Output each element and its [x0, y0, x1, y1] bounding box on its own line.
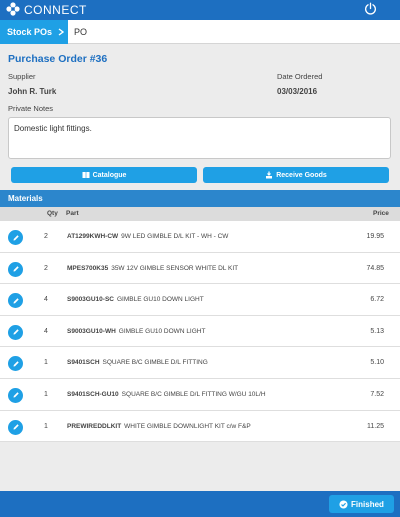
supplier-value: John R. Turk [8, 87, 57, 96]
check-circle-icon [339, 499, 348, 509]
row-qty: 2 [44, 233, 48, 240]
row-qty: 4 [44, 296, 48, 304]
row-qty: 4 [44, 327, 48, 335]
book-icon [82, 172, 90, 178]
edit-button[interactable] [8, 419, 23, 435]
pencil-icon [13, 297, 19, 304]
edit-button[interactable] [8, 324, 23, 340]
app-header: CONNECT [0, 0, 400, 20]
col-part: Part [66, 210, 79, 217]
table-row[interactable]: 1 S9401SCH SQUARE B/C GIMBLE D/L FITTING … [0, 347, 400, 379]
date-ordered-value: 03/03/2016 [277, 87, 318, 96]
row-price: 5.10 [370, 359, 384, 367]
private-notes-label: Private Notes [8, 104, 54, 113]
breadcrumb-stock-pos[interactable]: Stock POs [0, 20, 68, 44]
row-price: 11.25 [367, 422, 384, 430]
breadcrumb-current: PO [74, 27, 88, 37]
row-price: 19.95 [366, 233, 384, 240]
pencil-icon [13, 424, 19, 430]
private-notes-field[interactable]: Domestic light fittings. [8, 117, 391, 159]
row-part-code: S9003GU10-SC [67, 296, 114, 304]
row-part-desc: SQUARE B/C GIMBLE D/L FITTING W/GU 10L/H [121, 390, 266, 398]
table-row[interactable]: 1 S9401SCH-GU10 SQUARE B/C GIMBLE D/L FIT… [0, 378, 400, 411]
materials-table-header: Qty Part Price [0, 207, 400, 221]
row-qty: 2 [44, 264, 48, 272]
col-qty: Qty [47, 210, 58, 217]
pencil-icon [13, 361, 19, 367]
truck-icon [266, 171, 273, 179]
row-price: 7.52 [370, 390, 384, 398]
receive-goods-button-label: Receive Goods [276, 171, 327, 179]
finished-button[interactable]: Finished [329, 495, 394, 513]
row-part-code: S9401SCH-GU10 [67, 390, 119, 398]
catalogue-button[interactable]: Catalogue [11, 167, 197, 183]
row-qty: 1 [44, 390, 48, 398]
edit-button[interactable] [8, 387, 23, 403]
table-row[interactable]: 2 MPES700K35 35W 12V GIMBLE SENSOR WHITE … [0, 252, 400, 285]
edit-button[interactable] [8, 230, 23, 245]
row-part: AT1299KWH-CW 9W LED GIMBLE D/L KIT - WH -… [67, 233, 228, 240]
row-price: 5.13 [370, 327, 384, 335]
pencil-icon [13, 266, 19, 272]
row-part-desc: 9W LED GIMBLE D/L KIT - WH - CW [121, 233, 229, 240]
row-part: S9401SCH SQUARE B/C GIMBLE D/L FITTING [67, 359, 208, 366]
row-price: 74.85 [366, 264, 384, 272]
catalogue-button-label: Catalogue [92, 171, 127, 179]
row-part: MPES700K35 35W 12V GIMBLE SENSOR WHITE DL… [67, 265, 238, 272]
materials-table-body: 2 AT1299KWH-CW 9W LED GIMBLE D/L KIT - WH… [0, 221, 400, 443]
date-ordered-label: Date Ordered [277, 72, 323, 81]
table-row[interactable]: 1 PREWIREDDLKIT WHITE GIMBLE DOWNLIGHT KI… [0, 410, 400, 443]
chevron-right-icon [58, 28, 65, 36]
row-part-desc: GIMBLE GU10 DOWN LIGHT [116, 296, 204, 304]
breadcrumb: Stock POs PO [0, 20, 400, 44]
row-part-desc: SQUARE B/C GIMBLE D/L FITTING [102, 359, 208, 367]
edit-button[interactable] [8, 293, 23, 309]
supplier-label: Supplier [8, 72, 36, 81]
table-row[interactable]: 2 AT1299KWH-CW 9W LED GIMBLE D/L KIT - WH… [0, 221, 400, 253]
row-part-desc: 35W 12V GIMBLE SENSOR WHITE DL KIT [111, 264, 239, 272]
connect-logo-icon [6, 2, 20, 16]
edit-button[interactable] [8, 356, 23, 372]
row-price: 6.72 [370, 296, 384, 304]
pencil-icon [13, 329, 19, 335]
table-row[interactable]: 4 S9003GU10-SC GIMBLE GU10 DOWN LIGHT 6.7… [0, 284, 400, 316]
row-part-code: PREWIREDDLKIT [67, 422, 122, 430]
row-part: S9003GU10-WH GIMBLE GU10 DOWN LIGHT [67, 328, 205, 335]
row-part-desc: WHITE GIMBLE DOWNLIGHT KIT c/w F&P [124, 422, 251, 430]
row-part-desc: GIMBLE GU10 DOWN LIGHT [118, 327, 206, 335]
col-price: Price [373, 210, 389, 217]
pencil-icon [13, 392, 19, 398]
finished-button-label: Finished [351, 499, 384, 509]
table-row[interactable]: 4 S9003GU10-WH GIMBLE GU10 DOWN LIGHT 5.1… [0, 315, 400, 348]
row-qty: 1 [44, 359, 48, 367]
app-brand: CONNECT [24, 3, 87, 17]
page-title: Purchase Order #36 [8, 53, 108, 65]
receive-goods-button[interactable]: Receive Goods [203, 167, 389, 183]
row-qty: 1 [44, 422, 48, 430]
row-part-code: AT1299KWH-CW [67, 233, 119, 240]
pencil-icon [13, 234, 19, 240]
edit-button[interactable] [8, 261, 23, 277]
footer-bar: Finished [0, 491, 400, 517]
row-part: S9003GU10-SC GIMBLE GU10 DOWN LIGHT [67, 296, 204, 303]
power-icon[interactable] [364, 2, 377, 15]
row-part-code: MPES700K35 [67, 264, 109, 272]
row-part: S9401SCH-GU10 SQUARE B/C GIMBLE D/L FITTI… [67, 391, 266, 398]
row-part-code: S9003GU10-WH [67, 327, 116, 335]
row-part-code: S9401SCH [67, 359, 100, 367]
row-part: PREWIREDDLKIT WHITE GIMBLE DOWNLIGHT KIT … [67, 423, 251, 430]
materials-header: Materials [0, 190, 400, 207]
breadcrumb-stock-pos-label: Stock POs [7, 27, 53, 37]
